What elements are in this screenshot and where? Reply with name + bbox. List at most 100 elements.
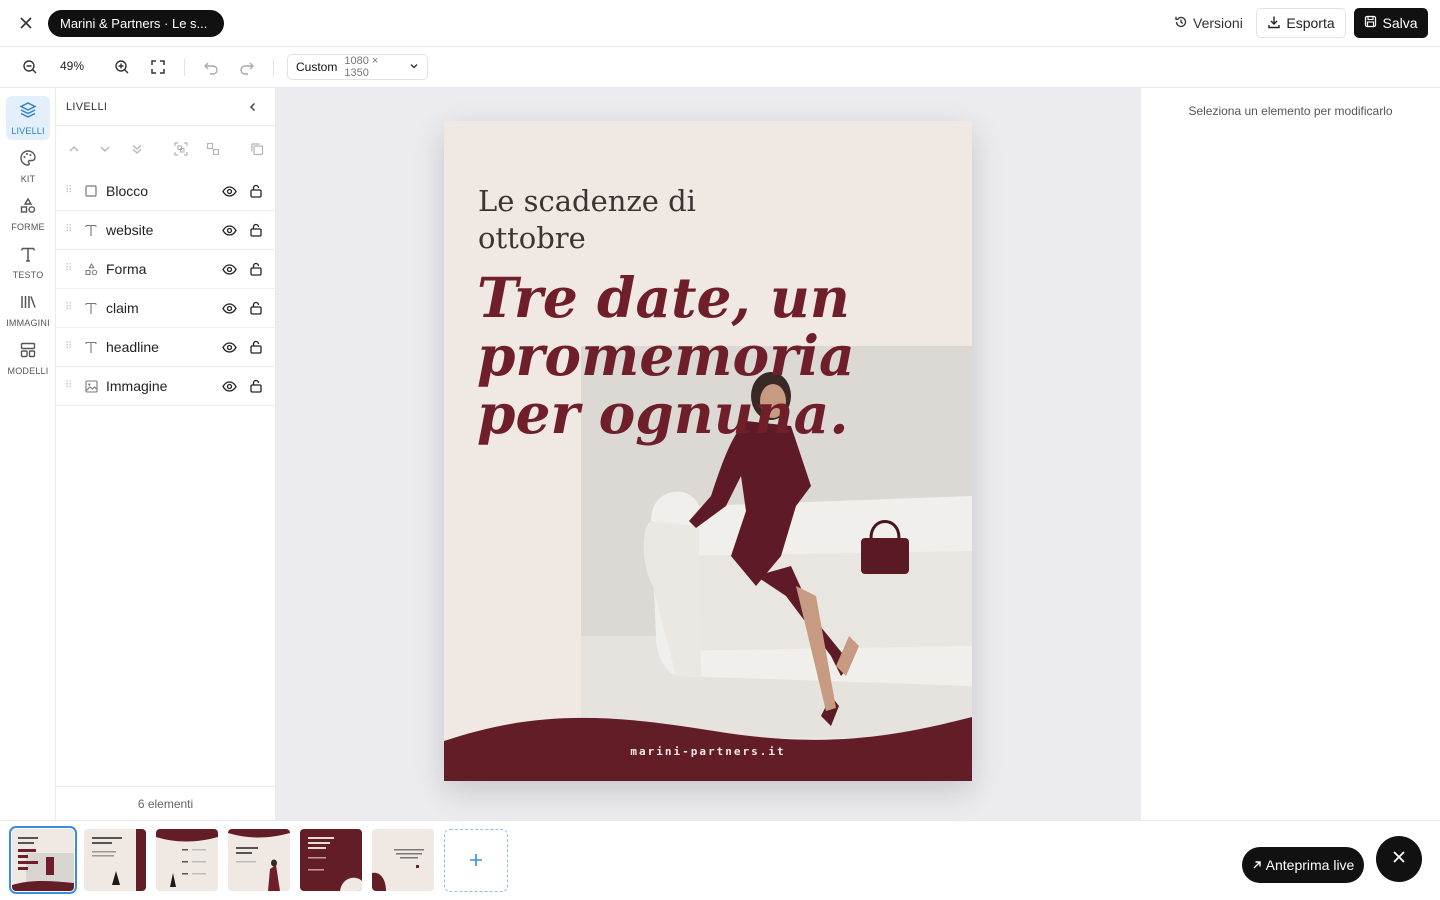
layer-row-forma[interactable]: ⠿ Forma <box>56 250 275 289</box>
versions-button[interactable]: Versioni <box>1166 9 1251 37</box>
canvas-size-select[interactable]: Custom 1080 × 1350 <box>287 54 428 80</box>
size-dimensions: 1080 × 1350 <box>344 55 379 79</box>
page-thumbnail[interactable] <box>372 829 434 891</box>
artboard-headline[interactable]: Le scadenze di ottobre <box>478 183 738 257</box>
layers-header: LIVELLI <box>56 88 275 126</box>
drag-handle-icon[interactable]: ⠿ <box>65 302 73 314</box>
zoom-level[interactable]: 49% <box>60 59 84 73</box>
save-label: Salva <box>1382 15 1418 31</box>
layer-row-headline[interactable]: ⠿ headline <box>56 328 275 367</box>
text-icon <box>84 222 98 238</box>
text-icon <box>19 245 37 268</box>
unlock-icon[interactable] <box>248 339 264 355</box>
layer-name: Forma <box>106 261 147 277</box>
export-button[interactable]: Esporta <box>1256 8 1346 38</box>
tool-rail: LIVELLI KIT FORME TESTO IMMAGINI MODELLI <box>0 88 56 820</box>
layer-row-website[interactable]: ⠿ website <box>56 211 275 250</box>
rail-label: MODELLI <box>7 365 49 376</box>
layer-name: Blocco <box>106 183 149 199</box>
drag-handle-icon[interactable]: ⠿ <box>65 380 73 392</box>
canvas-area[interactable]: Le scadenze di ottobre Tre date, un prom… <box>276 88 1141 820</box>
eye-icon[interactable] <box>221 261 237 277</box>
history-icon <box>1174 15 1188 32</box>
layer-row-claim[interactable]: ⠿ claim <box>56 289 275 328</box>
tool-bar: 49% Custom 1080 × 1350 <box>0 47 1440 88</box>
artboard-claim[interactable]: Tre date, un promemoria per ognuna. <box>477 269 857 443</box>
layer-name: claim <box>106 300 139 316</box>
eye-icon[interactable] <box>221 183 237 199</box>
undo-icon[interactable] <box>201 57 221 77</box>
plus-icon <box>468 848 484 874</box>
unlock-icon[interactable] <box>248 300 264 316</box>
zoom-out-icon[interactable] <box>20 57 40 77</box>
drag-handle-icon[interactable]: ⠿ <box>65 263 73 275</box>
live-preview-button[interactable]: Anteprima live <box>1242 847 1364 883</box>
save-icon <box>1364 15 1377 31</box>
layer-row-blocco[interactable]: ⠿ Blocco <box>56 172 275 211</box>
rail-item-forme[interactable]: FORME <box>6 192 50 236</box>
ungroup-icon[interactable] <box>205 141 221 157</box>
redo-icon[interactable] <box>237 57 257 77</box>
page-thumbnail[interactable] <box>84 829 146 891</box>
square-icon <box>84 183 98 199</box>
pages-strip: Anteprima live <box>0 820 1440 900</box>
chevron-left-icon[interactable] <box>245 99 261 115</box>
rail-item-livelli[interactable]: LIVELLI <box>6 96 50 140</box>
close-icon[interactable] <box>16 13 36 33</box>
fit-screen-icon[interactable] <box>148 57 168 77</box>
save-button[interactable]: Salva <box>1354 8 1428 38</box>
eye-icon[interactable] <box>221 222 237 238</box>
top-bar: Marini & Partners · Le s... Versioni Esp… <box>0 0 1440 47</box>
shapes-icon <box>84 261 98 277</box>
rail-item-immagini[interactable]: IMMAGINI <box>6 288 50 332</box>
eye-icon[interactable] <box>221 300 237 316</box>
rail-item-modelli[interactable]: MODELLI <box>6 336 50 380</box>
artboard-website[interactable]: marini-partners.it <box>444 745 972 758</box>
download-icon <box>1267 15 1281 32</box>
size-preset: Custom <box>296 60 338 74</box>
add-page-button[interactable] <box>444 829 508 892</box>
move-down-icon[interactable] <box>97 141 113 157</box>
rail-item-testo[interactable]: TESTO <box>6 240 50 284</box>
unlock-icon[interactable] <box>248 222 264 238</box>
rail-label: IMMAGINI <box>6 317 50 328</box>
image-icon <box>84 378 98 394</box>
send-to-back-icon[interactable] <box>129 141 145 157</box>
arrow-up-right-icon <box>1252 857 1262 873</box>
group-icon[interactable] <box>173 141 189 157</box>
drag-handle-icon[interactable]: ⠿ <box>65 185 73 197</box>
document-title[interactable]: Marini & Partners · Le s... <box>48 10 224 37</box>
close-icon <box>1392 850 1406 869</box>
move-up-icon[interactable] <box>66 141 82 157</box>
layer-row-immagine[interactable]: ⠿ Immagine <box>56 367 275 406</box>
unlock-icon[interactable] <box>248 183 264 199</box>
artboard[interactable]: Le scadenze di ottobre Tre date, un prom… <box>444 121 972 781</box>
chevron-down-icon <box>409 60 419 74</box>
templates-icon <box>19 341 37 364</box>
eye-icon[interactable] <box>221 378 237 394</box>
eye-icon[interactable] <box>221 339 237 355</box>
text-icon <box>84 339 98 355</box>
export-label: Esporta <box>1286 15 1335 31</box>
close-button[interactable] <box>1376 836 1422 882</box>
page-thumbnail[interactable] <box>300 829 362 891</box>
divider <box>184 59 185 76</box>
versions-label: Versioni <box>1193 15 1243 31</box>
layer-count: 6 elementi <box>56 786 275 820</box>
drag-handle-icon[interactable]: ⠿ <box>65 224 73 236</box>
rail-label: FORME <box>11 221 45 232</box>
drag-handle-icon[interactable]: ⠿ <box>65 341 73 353</box>
shapes-icon <box>19 197 37 220</box>
layer-name: headline <box>106 339 159 355</box>
unlock-icon[interactable] <box>248 261 264 277</box>
page-thumbnail[interactable] <box>156 829 218 891</box>
page-thumbnail[interactable] <box>9 826 77 894</box>
live-preview-label: Anteprima live <box>1265 857 1355 873</box>
rail-item-kit[interactable]: KIT <box>6 144 50 188</box>
zoom-in-icon[interactable] <box>112 57 132 77</box>
duplicate-icon[interactable] <box>249 141 265 157</box>
unlock-icon[interactable] <box>248 378 264 394</box>
divider <box>273 59 274 76</box>
page-thumbnail[interactable] <box>228 829 290 891</box>
layer-name: Immagine <box>106 378 168 394</box>
